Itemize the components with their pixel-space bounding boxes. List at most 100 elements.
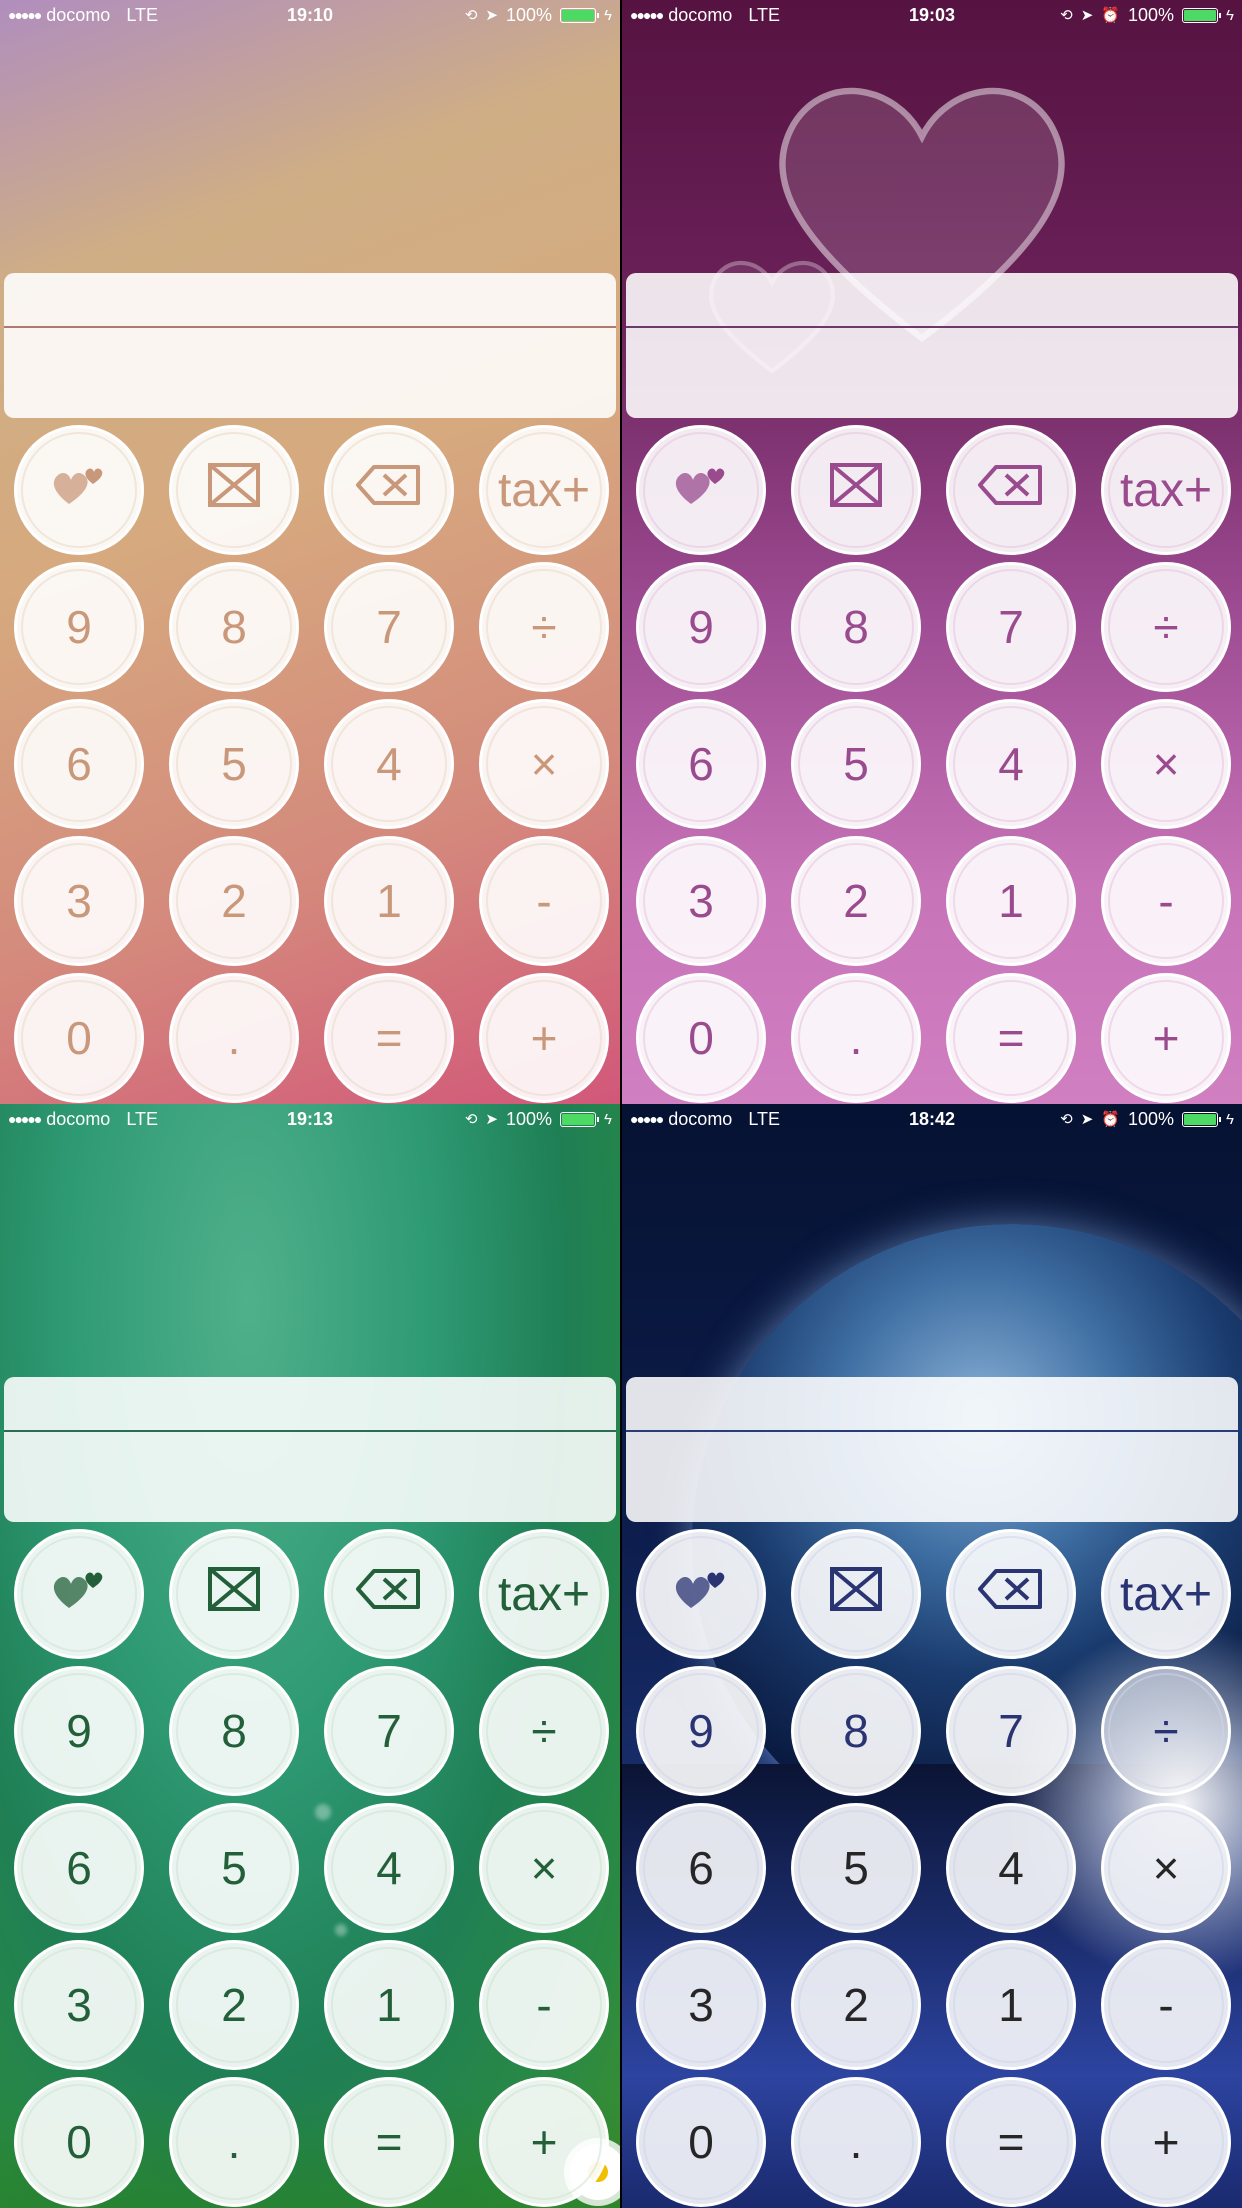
key-label: 2 bbox=[843, 1979, 869, 2031]
divide-key[interactable]: ÷ bbox=[1101, 1666, 1231, 1796]
key-label: + bbox=[1152, 1012, 1180, 1064]
display-result bbox=[638, 335, 1226, 405]
equals-key[interactable]: = bbox=[946, 2077, 1076, 2207]
divide-key[interactable]: ÷ bbox=[479, 1666, 609, 1796]
digit-1-key[interactable]: 1 bbox=[946, 1940, 1076, 2070]
digit-7-key[interactable]: 7 bbox=[324, 562, 454, 692]
key-label: 9 bbox=[66, 601, 92, 653]
key-label: 1 bbox=[376, 875, 402, 927]
digit-4-key[interactable]: 4 bbox=[324, 699, 454, 829]
digit-9-key[interactable]: 9 bbox=[636, 1666, 766, 1796]
digit-2-key[interactable]: 2 bbox=[169, 836, 299, 966]
digit-1-key[interactable]: 1 bbox=[324, 1940, 454, 2070]
digit-5-key[interactable]: 5 bbox=[169, 699, 299, 829]
digit-5-key[interactable]: 5 bbox=[169, 1803, 299, 1933]
digit-4-key[interactable]: 4 bbox=[946, 1803, 1076, 1933]
digit-8-key[interactable]: 8 bbox=[791, 1666, 921, 1796]
clear-all-key[interactable] bbox=[791, 1529, 921, 1659]
clear-all-key[interactable] bbox=[791, 425, 921, 555]
minus-key[interactable]: - bbox=[1101, 836, 1231, 966]
digit-9-key[interactable]: 9 bbox=[636, 562, 766, 692]
digit-0-key[interactable]: 0 bbox=[14, 973, 144, 1103]
multiply-key[interactable]: × bbox=[1101, 699, 1231, 829]
hearts-theme-key[interactable] bbox=[14, 425, 144, 555]
digit-6-key[interactable]: 6 bbox=[636, 699, 766, 829]
backspace-key[interactable] bbox=[946, 1529, 1076, 1659]
carrier-name: docomo bbox=[46, 1108, 111, 1129]
digit-9-key[interactable]: 9 bbox=[14, 1666, 144, 1796]
digit-7-key[interactable]: 7 bbox=[946, 562, 1076, 692]
equals-key[interactable]: = bbox=[324, 973, 454, 1103]
clear-all-key[interactable] bbox=[169, 1529, 299, 1659]
calculator-display bbox=[626, 273, 1238, 418]
digit-0-key[interactable]: 0 bbox=[14, 2077, 144, 2207]
tax-plus-key[interactable]: tax+ bbox=[1101, 1529, 1231, 1659]
rotation-lock-icon: ⟲ bbox=[464, 1111, 478, 1128]
minus-key[interactable]: - bbox=[1101, 1940, 1231, 2070]
digit-0-key[interactable]: 0 bbox=[636, 2077, 766, 2207]
clear-all-icon bbox=[826, 1563, 886, 1626]
digit-1-key[interactable]: 1 bbox=[324, 836, 454, 966]
decimal-key[interactable]: . bbox=[169, 2077, 299, 2207]
tax-plus-key[interactable]: tax+ bbox=[1101, 425, 1231, 555]
digit-2-key[interactable]: 2 bbox=[791, 836, 921, 966]
digit-6-key[interactable]: 6 bbox=[14, 1803, 144, 1933]
hearts-theme-key[interactable] bbox=[636, 1529, 766, 1659]
tax-plus-key[interactable]: tax+ bbox=[479, 1529, 609, 1659]
digit-6-key[interactable]: 6 bbox=[636, 1803, 766, 1933]
digit-3-key[interactable]: 3 bbox=[14, 1940, 144, 2070]
digit-4-key[interactable]: 4 bbox=[946, 699, 1076, 829]
digit-6-key[interactable]: 6 bbox=[14, 699, 144, 829]
digit-8-key[interactable]: 8 bbox=[791, 562, 921, 692]
key-label: 5 bbox=[843, 1842, 869, 1894]
digit-2-key[interactable]: 2 bbox=[791, 1940, 921, 2070]
digit-0-key[interactable]: 0 bbox=[636, 973, 766, 1103]
clear-all-key[interactable] bbox=[169, 425, 299, 555]
backspace-key[interactable] bbox=[946, 425, 1076, 555]
location-arrow-icon: ➤ bbox=[485, 7, 498, 24]
digit-5-key[interactable]: 5 bbox=[791, 699, 921, 829]
multiply-key[interactable]: × bbox=[1101, 1803, 1231, 1933]
plus-key[interactable]: + bbox=[479, 973, 609, 1103]
screenshot-grid: ●●●●● docomo LTE 19:10 ⟲ ➤ 100% ϟ tax+ 9 8… bbox=[0, 0, 1242, 2208]
digit-5-key[interactable]: 5 bbox=[791, 1803, 921, 1933]
decimal-key[interactable]: . bbox=[169, 973, 299, 1103]
hearts-theme-key[interactable] bbox=[14, 1529, 144, 1659]
multiply-key[interactable]: × bbox=[479, 1803, 609, 1933]
plus-key[interactable]: + bbox=[479, 2077, 609, 2207]
digit-2-key[interactable]: 2 bbox=[169, 1940, 299, 2070]
digit-7-key[interactable]: 7 bbox=[324, 1666, 454, 1796]
minus-key[interactable]: - bbox=[479, 1940, 609, 2070]
digit-4-key[interactable]: 4 bbox=[324, 1803, 454, 1933]
divide-key[interactable]: ÷ bbox=[1101, 562, 1231, 692]
hearts-theme-icon bbox=[49, 1564, 109, 1625]
equals-key[interactable]: = bbox=[946, 973, 1076, 1103]
plus-key[interactable]: + bbox=[1101, 973, 1231, 1103]
backspace-key[interactable] bbox=[324, 425, 454, 555]
plus-key[interactable]: + bbox=[1101, 2077, 1231, 2207]
calculator-display bbox=[4, 1377, 616, 1522]
hearts-theme-key[interactable] bbox=[636, 425, 766, 555]
network-type: LTE bbox=[126, 4, 159, 25]
digit-9-key[interactable]: 9 bbox=[14, 562, 144, 692]
backspace-key[interactable] bbox=[324, 1529, 454, 1659]
decimal-key[interactable]: . bbox=[791, 2077, 921, 2207]
alarm-clock-icon: ⏰ bbox=[1101, 7, 1120, 24]
tax-plus-key[interactable]: tax+ bbox=[479, 425, 609, 555]
digit-3-key[interactable]: 3 bbox=[636, 836, 766, 966]
multiply-key[interactable]: × bbox=[479, 699, 609, 829]
decimal-key[interactable]: . bbox=[791, 973, 921, 1103]
divide-key[interactable]: ÷ bbox=[479, 562, 609, 692]
key-label: + bbox=[530, 1012, 558, 1064]
digit-7-key[interactable]: 7 bbox=[946, 1666, 1076, 1796]
digit-3-key[interactable]: 3 bbox=[636, 1940, 766, 2070]
digit-3-key[interactable]: 3 bbox=[14, 836, 144, 966]
digit-1-key[interactable]: 1 bbox=[946, 836, 1076, 966]
digit-8-key[interactable]: 8 bbox=[169, 562, 299, 692]
digit-8-key[interactable]: 8 bbox=[169, 1666, 299, 1796]
battery-icon bbox=[1182, 7, 1222, 23]
minus-key[interactable]: - bbox=[479, 836, 609, 966]
calculator-panel-peach: ●●●●● docomo LTE 19:10 ⟲ ➤ 100% ϟ tax+ 9 8… bbox=[0, 0, 620, 1104]
equals-key[interactable]: = bbox=[324, 2077, 454, 2207]
status-bar: ●●●●● docomo LTE 19:03 ⟲ ➤ ⏰ 100% ϟ bbox=[622, 0, 1242, 30]
